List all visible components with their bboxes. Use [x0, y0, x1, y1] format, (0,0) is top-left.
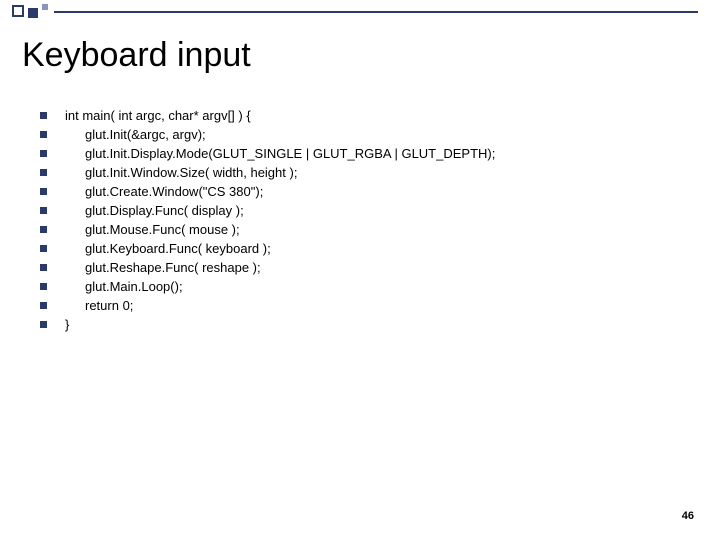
code-text: glut.Init.Display.Mode(GLUT_SINGLE | GLU…: [65, 146, 495, 161]
code-line: }: [40, 317, 690, 332]
bullet-icon: [40, 264, 47, 271]
bullet-icon: [40, 112, 47, 119]
code-text: glut.Create.Window("CS 380");: [65, 184, 263, 199]
code-text: int main( int argc, char* argv[] ) {: [65, 108, 251, 123]
bullet-icon: [40, 207, 47, 214]
code-text: glut.Mouse.Func( mouse );: [65, 222, 240, 237]
code-text: return 0;: [65, 298, 133, 313]
bullet-icon: [40, 226, 47, 233]
bullet-icon: [40, 131, 47, 138]
code-line: glut.Create.Window("CS 380");: [40, 184, 690, 199]
code-line: return 0;: [40, 298, 690, 313]
code-text: glut.Reshape.Func( reshape );: [65, 260, 261, 275]
bullet-icon: [40, 150, 47, 157]
deco-square-small: [42, 4, 48, 10]
bullet-icon: [40, 302, 47, 309]
code-line: glut.Reshape.Func( reshape );: [40, 260, 690, 275]
page-number: 46: [682, 510, 694, 522]
code-text: glut.Init(&argc, argv);: [65, 127, 206, 142]
code-line: glut.Display.Func( display );: [40, 203, 690, 218]
deco-horizontal-line: [54, 11, 698, 13]
code-line: glut.Init.Display.Mode(GLUT_SINGLE | GLU…: [40, 146, 690, 161]
code-text: glut.Main.Loop();: [65, 279, 183, 294]
code-line: glut.Init(&argc, argv);: [40, 127, 690, 142]
code-line: glut.Init.Window.Size( width, height );: [40, 165, 690, 180]
code-line: glut.Main.Loop();: [40, 279, 690, 294]
code-text: }: [65, 317, 69, 332]
code-block: int main( int argc, char* argv[] ) { glu…: [40, 108, 690, 336]
code-line: glut.Mouse.Func( mouse );: [40, 222, 690, 237]
slide-title: Keyboard input: [22, 36, 251, 75]
header-decoration: [0, 0, 720, 24]
code-line: glut.Keyboard.Func( keyboard );: [40, 241, 690, 256]
bullet-icon: [40, 245, 47, 252]
deco-square-outline: [12, 5, 24, 17]
code-line: int main( int argc, char* argv[] ) {: [40, 108, 690, 123]
bullet-icon: [40, 169, 47, 176]
code-text: glut.Init.Window.Size( width, height );: [65, 165, 297, 180]
code-text: glut.Display.Func( display );: [65, 203, 244, 218]
code-text: glut.Keyboard.Func( keyboard );: [65, 241, 271, 256]
bullet-icon: [40, 321, 47, 328]
deco-square-solid: [28, 8, 38, 18]
bullet-icon: [40, 188, 47, 195]
bullet-icon: [40, 283, 47, 290]
